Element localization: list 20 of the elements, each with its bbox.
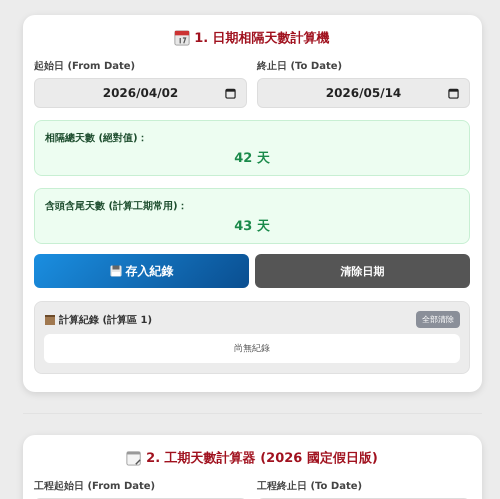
field-label: 工程終止日 (To Date) [257,480,364,493]
clear-button[interactable]: 清除日期 [255,254,470,288]
records-title: 計算紀錄 (計算區 1) [59,314,152,326]
date-field[interactable]: 2026/05/14 [257,78,470,108]
save-button[interactable]: 存入紀錄 [34,254,249,288]
result-label: 相隔總天數 (絕對值)： [45,132,149,145]
section-title: 1. 日期相隔天數計算機 [194,30,330,47]
result-value: 43 天 [233,218,271,235]
calendar-icon[interactable] [225,88,236,98]
field-label: 終止日 (To Date) [257,60,344,73]
result-label: 含頭含尾天數 (計算工期常用)： [45,200,189,213]
result-value: 42 天 [233,150,271,167]
date-field[interactable]: 2026/04/02 [34,78,247,108]
calendar-icon [174,30,190,46]
calendar-icon[interactable] [448,88,459,98]
empty-message: 尚無紀錄 [44,334,460,363]
notepad-icon [126,450,142,466]
field-label: 工程起始日 (From Date) [34,480,156,493]
section-title: 2. 工期天數計算器 (2026 國定假日版) [146,450,378,467]
field-label: 起始日 (From Date) [34,60,136,73]
